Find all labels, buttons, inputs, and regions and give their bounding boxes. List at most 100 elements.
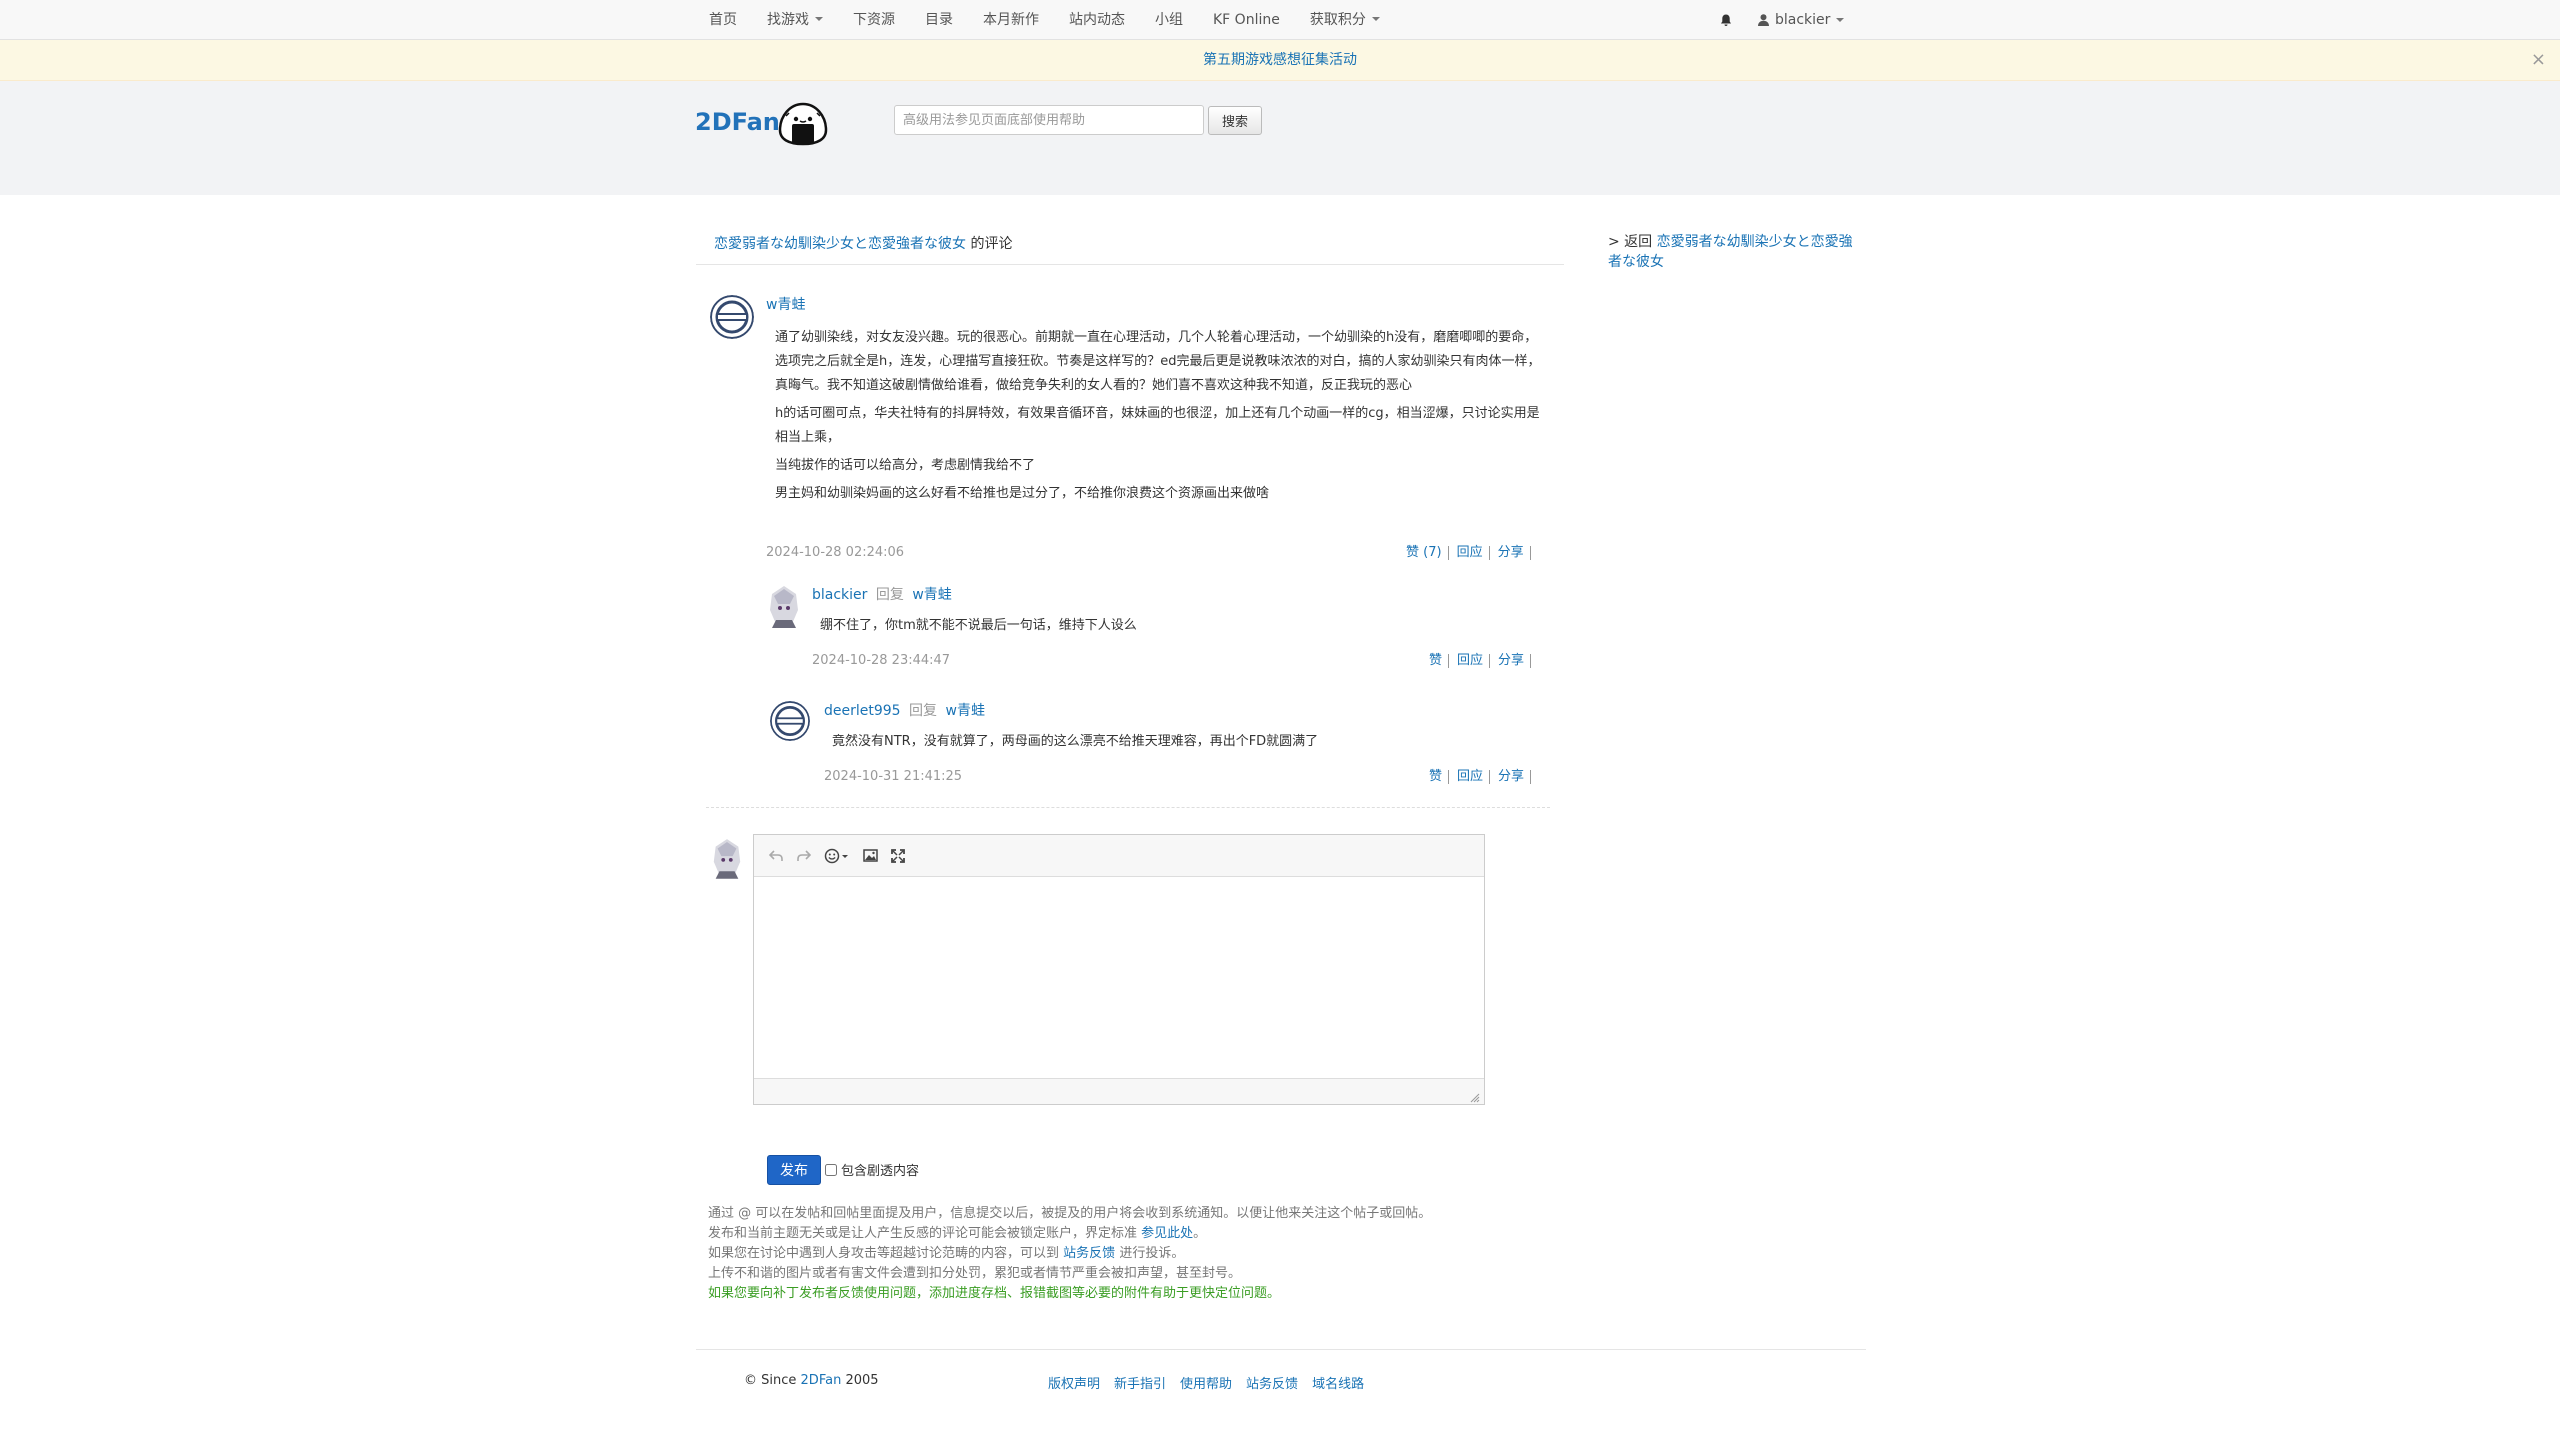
redo-icon[interactable] bbox=[796, 848, 812, 864]
reply-button[interactable]: 回应 bbox=[1449, 654, 1491, 668]
user-menu[interactable]: blackier bbox=[1758, 12, 1845, 28]
page-title: 恋愛弱者な幼馴染少女と恋愛強者な彼女 的评论 bbox=[696, 225, 1564, 265]
nav-item-label: KF Online bbox=[1213, 12, 1280, 28]
nav-item-find-games[interactable]: 找游戏 bbox=[754, 0, 840, 40]
copyright: © Since 2DFan 2005 bbox=[744, 1373, 879, 1388]
spoiler-checkbox[interactable] bbox=[825, 1163, 837, 1176]
footer-links: 版权声明 新手指引 使用帮助 站务反馈 域名线路 bbox=[1048, 1373, 1364, 1392]
site-header: 2DFan 搜索 bbox=[0, 81, 2560, 195]
copyright-year: 2005 bbox=[845, 1373, 879, 1388]
nav-item-label: 本月新作 bbox=[983, 12, 1039, 28]
feedback-link[interactable]: 站务反馈 bbox=[1063, 1246, 1115, 1261]
comment-body: 通了幼驯染线，对女友没兴趣。玩的很恶心。前期就一直在心理活动，几个人轮着心理活动… bbox=[775, 326, 1541, 510]
comment-paragraph: h的话可圈可点，华夫社特有的抖屏特效，有效果音循环音，妹妹画的也很涩，加上还有几… bbox=[775, 406, 1540, 445]
reply-time: 2024-10-28 23:44:47 bbox=[812, 653, 951, 668]
reply-button[interactable]: 回应 bbox=[1449, 770, 1491, 784]
announcement-link[interactable]: 第五期游戏感想征集活动 bbox=[1203, 52, 1357, 68]
nav-item-label: 获取积分 bbox=[1309, 12, 1366, 28]
comment-actions: 赞 (7) 回应 分享 bbox=[1398, 546, 1531, 560]
like-button[interactable]: 赞 (7) bbox=[1398, 546, 1449, 560]
reply-time: 2024-10-31 21:41:25 bbox=[824, 769, 963, 784]
nav-item-label: 下资源 bbox=[853, 12, 895, 28]
footer: © Since 2DFan 2005 版权声明 新手指引 使用帮助 站务反馈 域… bbox=[696, 1349, 1866, 1409]
caret-down-icon bbox=[1836, 18, 1845, 22]
site-logo[interactable]: 2DFan bbox=[695, 108, 780, 136]
note-line: 上传不和谐的图片或者有害文件会遭到扣分处罚，累犯或者情节严重会被扣声望，甚至封号… bbox=[708, 1266, 1242, 1281]
footer-link-copyright[interactable]: 版权声明 bbox=[1048, 1373, 1100, 1392]
nav-item-groups[interactable]: 小组 bbox=[1142, 0, 1200, 40]
fullscreen-icon[interactable] bbox=[890, 848, 906, 864]
comment-paragraph: 男主妈和幼驯染妈画的这么好看不给推也是过分了，不给推你浪费这个资源画出来做啥 bbox=[775, 486, 1270, 501]
footer-link-feedback[interactable]: 站务反馈 bbox=[1246, 1373, 1298, 1392]
reply-header: blackier 回复 w青蛙 bbox=[812, 584, 952, 604]
footer-link-newbie-guide[interactable]: 新手指引 bbox=[1114, 1373, 1166, 1392]
avatar[interactable] bbox=[770, 701, 810, 741]
reply-author[interactable]: deerlet995 bbox=[824, 703, 901, 719]
nav-menu: 首页 找游戏 下资源 目录 本月新作 站内动态 小组 KF Online 获取积… bbox=[696, 0, 1397, 40]
share-button[interactable]: 分享 bbox=[1490, 546, 1531, 560]
search-input[interactable] bbox=[894, 105, 1204, 135]
rules-link[interactable]: 参见此处 bbox=[1141, 1226, 1193, 1241]
announcement-bar: 第五期游戏感想征集活动 × bbox=[0, 40, 2560, 81]
logo-mascot-icon[interactable] bbox=[778, 102, 828, 150]
bell-icon[interactable] bbox=[1720, 14, 1732, 26]
note-line: 如果您要向补丁发布者反馈使用问题，添加进度存档、报错截图等必要的附件有助于更快定… bbox=[708, 1286, 1281, 1301]
close-icon[interactable]: × bbox=[2531, 40, 2546, 79]
nav-item-label: 站内动态 bbox=[1069, 12, 1125, 28]
editor-textarea[interactable] bbox=[754, 877, 1484, 1078]
back-prefix: > 返回 bbox=[1608, 234, 1653, 250]
reply-header: deerlet995 回复 w青蛙 bbox=[824, 700, 985, 720]
note-line: 如果您在讨论中遇到人身攻击等超越讨论范畴的内容，可以到 站务反馈 进行投诉。 bbox=[708, 1244, 1568, 1264]
reply-actions: 赞 回应 分享 bbox=[1421, 654, 1532, 668]
caret-down-icon bbox=[815, 17, 823, 21]
nav-item-catalog[interactable]: 目录 bbox=[912, 0, 970, 40]
nav-item-new-this-month[interactable]: 本月新作 bbox=[970, 0, 1056, 40]
undo-icon[interactable] bbox=[768, 848, 784, 864]
nav-item-kf-online[interactable]: KF Online bbox=[1200, 0, 1297, 40]
resize-handle-icon[interactable] bbox=[1470, 1091, 1480, 1103]
note-text: 发布和当前主题无关或是让人产生反感的评论可能会被锁定账户，界定标准 bbox=[708, 1226, 1138, 1241]
note-text: 进行投诉。 bbox=[1119, 1246, 1185, 1261]
share-button[interactable]: 分享 bbox=[1490, 770, 1532, 784]
nav-item-label: 找游戏 bbox=[767, 12, 809, 28]
avatar[interactable] bbox=[710, 295, 754, 339]
avatar[interactable] bbox=[766, 584, 802, 628]
reply-button[interactable]: 回应 bbox=[1449, 546, 1490, 560]
nav-item-site-activity[interactable]: 站内动态 bbox=[1056, 0, 1142, 40]
footer-link-help[interactable]: 使用帮助 bbox=[1180, 1373, 1232, 1392]
like-button[interactable]: 赞 bbox=[1421, 654, 1450, 668]
nav-item-home[interactable]: 首页 bbox=[696, 0, 754, 40]
share-button[interactable]: 分享 bbox=[1490, 654, 1532, 668]
reply-target[interactable]: w青蛙 bbox=[946, 703, 985, 719]
reply-target[interactable]: w青蛙 bbox=[912, 587, 951, 603]
editor-statusbar bbox=[754, 1078, 1484, 1104]
comment-time: 2024-10-28 02:24:06 bbox=[766, 545, 905, 560]
spoiler-option[interactable]: 包含剧透内容 bbox=[825, 1160, 919, 1179]
editor-toolbar bbox=[754, 835, 1484, 877]
page-title-suffix: 的评论 bbox=[970, 236, 1013, 252]
emoji-icon[interactable] bbox=[824, 848, 850, 864]
reply-body: 绷不住了，你tm就不能不说最后一句话，维持下人设么 bbox=[820, 618, 1137, 633]
spoiler-label: 包含剧透内容 bbox=[841, 1164, 920, 1179]
nav-item-downloads[interactable]: 下资源 bbox=[840, 0, 912, 40]
reply-author[interactable]: blackier bbox=[812, 587, 867, 603]
footer-link-domains[interactable]: 域名线路 bbox=[1312, 1373, 1364, 1392]
reply-actions: 赞 回应 分享 bbox=[1421, 770, 1532, 784]
current-user-avatar bbox=[710, 836, 744, 880]
note-line: 通过 @ 可以在发帖和回帖里面提及用户，信息提交以后，被提及的用户将会收到系统通… bbox=[708, 1206, 1432, 1221]
like-button[interactable]: 赞 bbox=[1421, 770, 1450, 784]
reply-word: 回复 bbox=[875, 587, 904, 603]
image-icon[interactable] bbox=[862, 848, 878, 864]
nav-item-get-points[interactable]: 获取积分 bbox=[1297, 0, 1397, 40]
search-button[interactable]: 搜索 bbox=[1208, 106, 1262, 135]
comment-editor bbox=[753, 834, 1485, 1105]
game-title-link[interactable]: 恋愛弱者な幼馴染少女と恋愛強者な彼女 bbox=[714, 236, 966, 252]
user-icon bbox=[1758, 14, 1769, 26]
brand-link[interactable]: 2DFan bbox=[801, 1373, 842, 1388]
note-line: 发布和当前主题无关或是让人产生反感的评论可能会被锁定账户，界定标准 参见此处。 bbox=[708, 1224, 1568, 1244]
comment-author[interactable]: w青蛙 bbox=[766, 294, 805, 314]
nav-item-label: 首页 bbox=[709, 12, 737, 28]
note-text: 。 bbox=[1193, 1226, 1207, 1241]
publish-button[interactable]: 发布 bbox=[767, 1155, 821, 1185]
nav-item-label: 小组 bbox=[1155, 12, 1183, 28]
